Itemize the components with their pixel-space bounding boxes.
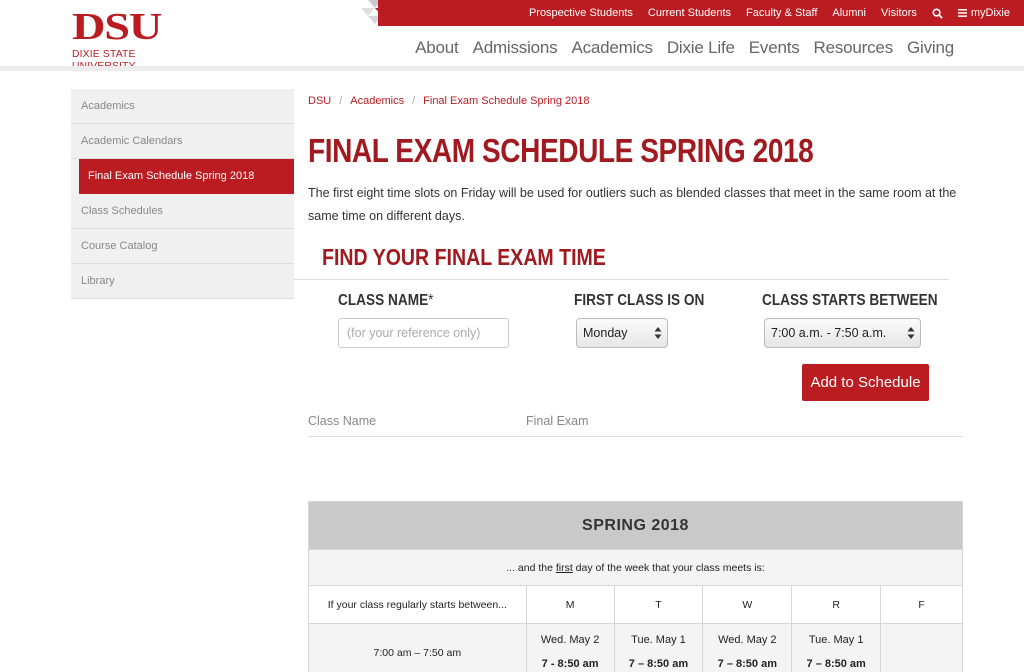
sidebar-item-class-schedules[interactable]: Class Schedules bbox=[71, 194, 294, 229]
logo-text: DSU bbox=[72, 6, 162, 48]
day-header-r: R bbox=[791, 585, 882, 624]
nav-about[interactable]: About bbox=[415, 38, 459, 58]
breadcrumb: DSU / Academics / Final Exam Schedule Sp… bbox=[308, 90, 963, 112]
breadcrumb-separator: / bbox=[412, 95, 416, 107]
select-arrows-icon bbox=[654, 327, 662, 339]
exam-date: Wed. May 2 bbox=[718, 634, 777, 646]
mydixie-label: myDixie bbox=[970, 7, 1010, 19]
table-row: 7:00 am – 7:50 am Wed. May 2 7 - 8:50 am… bbox=[308, 623, 963, 672]
sidebar-item-library[interactable]: Library bbox=[71, 264, 294, 299]
exam-cell: Wed. May 2 7 – 8:50 am bbox=[702, 623, 793, 672]
first-class-value: Monday bbox=[583, 326, 628, 340]
day-header-f: F bbox=[880, 585, 963, 624]
nav-events[interactable]: Events bbox=[749, 38, 800, 58]
sidebar-item-academics[interactable]: Academics bbox=[71, 89, 294, 124]
nav-dixie-life[interactable]: Dixie Life bbox=[667, 38, 735, 58]
utility-link-faculty[interactable]: Faculty & Staff bbox=[746, 7, 817, 19]
day-header-w: W bbox=[702, 585, 793, 624]
university-logo[interactable]: DSU DIXIE STATE UNIVERSITY bbox=[72, 8, 184, 72]
intro-text: The first eight time slots on Friday wil… bbox=[308, 186, 957, 223]
required-mark: * bbox=[428, 292, 434, 309]
exam-finder: FIND YOUR FINAL EXAM TIME bbox=[308, 244, 963, 271]
utility-nav: Prospective Students Current Students Fa… bbox=[529, 0, 1010, 26]
exam-time: 7 – 8:50 am bbox=[717, 658, 777, 670]
sidebar-item-academic-calendars[interactable]: Academic Calendars bbox=[71, 124, 294, 159]
breadcrumb-current[interactable]: Final Exam Schedule Spring 2018 bbox=[423, 95, 589, 107]
exam-date: Tue. May 1 bbox=[808, 634, 864, 646]
breadcrumb-dsu[interactable]: DSU bbox=[308, 95, 331, 107]
breadcrumb-separator: / bbox=[339, 95, 343, 107]
utility-link-prospective[interactable]: Prospective Students bbox=[529, 7, 633, 19]
starts-between-value: 7:00 a.m. - 7:50 a.m. bbox=[771, 326, 887, 340]
first-class-select[interactable]: Monday bbox=[576, 318, 668, 348]
results-col-class-name: Class Name bbox=[308, 414, 377, 428]
utility-link-alumni[interactable]: Alumni bbox=[832, 7, 866, 19]
sidebar: Academics Academic Calendars Final Exam … bbox=[71, 89, 294, 299]
utility-link-visitors[interactable]: Visitors bbox=[881, 7, 917, 19]
results-divider bbox=[308, 436, 963, 437]
exam-cell: Tue. May 1 7 – 8:50 am bbox=[791, 623, 882, 672]
exam-time: 7 – 8:50 am bbox=[628, 658, 689, 670]
nav-admissions[interactable]: Admissions bbox=[473, 38, 558, 58]
utility-bar: Prospective Students Current Students Fa… bbox=[378, 0, 1024, 26]
exam-time: 7 - 8:50 am bbox=[541, 658, 599, 670]
starts-between-label: CLASS STARTS BETWEEN bbox=[762, 292, 938, 309]
exam-date: Wed. May 2 bbox=[540, 634, 600, 646]
results-header: Class Name Final Exam bbox=[308, 410, 963, 432]
main-content: DSU / Academics / Final Exam Schedule Sp… bbox=[294, 90, 963, 437]
subheading-before: ... and the bbox=[506, 561, 556, 574]
starts-between-select[interactable]: 7:00 a.m. - 7:50 a.m. bbox=[764, 318, 921, 348]
exam-schedule-table: SPRING 2018 ... and the first day of the… bbox=[308, 501, 963, 672]
class-name-label-text: CLASS NAME bbox=[338, 292, 429, 309]
exam-date: Tue. May 1 bbox=[631, 634, 686, 646]
exam-time: 7 – 8:50 am bbox=[806, 658, 866, 670]
exam-cell: Wed. May 2 7 - 8:50 am bbox=[525, 623, 615, 672]
first-class-label: FIRST CLASS IS ON bbox=[574, 292, 705, 309]
header-divider bbox=[0, 66, 1024, 71]
finder-title: FIND YOUR FINAL EXAM TIME bbox=[322, 244, 606, 270]
row-header-cell: If your class regularly starts between..… bbox=[308, 585, 527, 624]
menu-icon bbox=[957, 9, 967, 17]
schedule-subheading: ... and the first day of the week that y… bbox=[308, 549, 963, 586]
subheading-underline: first bbox=[555, 561, 573, 574]
page-title: FINAL EXAM SCHEDULE SPRING 2018 bbox=[308, 132, 814, 169]
nav-resources[interactable]: Resources bbox=[814, 38, 894, 58]
sidebar-item-course-catalog[interactable]: Course Catalog bbox=[71, 229, 294, 264]
day-header-m: M bbox=[525, 585, 615, 624]
exam-cell: Tue. May 1 7 – 8:50 am bbox=[613, 623, 704, 672]
exam-finder-form: CLASS NAME* (for your reference only) FI… bbox=[308, 280, 963, 410]
results-col-final-exam: Final Exam bbox=[526, 414, 589, 428]
schedule-heading: SPRING 2018 bbox=[308, 501, 963, 550]
search-icon[interactable] bbox=[932, 7, 943, 19]
sidebar-item-final-exam-schedule[interactable]: Final Exam Schedule Spring 2018 bbox=[79, 159, 294, 194]
time-slot-label: 7:00 am – 7:50 am bbox=[308, 623, 527, 672]
breadcrumb-academics[interactable]: Academics bbox=[350, 95, 404, 107]
subheading-after: day of the week that your class meets is… bbox=[572, 561, 765, 574]
utility-link-current[interactable]: Current Students bbox=[648, 7, 731, 19]
class-name-label: CLASS NAME* bbox=[338, 292, 434, 310]
exam-cell bbox=[880, 623, 963, 672]
class-name-input[interactable]: (for your reference only) bbox=[338, 318, 509, 348]
mydixie-link[interactable]: myDixie bbox=[957, 7, 1010, 19]
add-to-schedule-button[interactable]: Add to Schedule bbox=[802, 364, 929, 401]
nav-academics[interactable]: Academics bbox=[571, 38, 653, 58]
select-arrows-icon bbox=[907, 327, 915, 339]
day-header-t: T bbox=[613, 585, 704, 624]
nav-giving[interactable]: Giving bbox=[907, 38, 954, 58]
main-nav: About Admissions Academics Dixie Life Ev… bbox=[415, 38, 954, 58]
